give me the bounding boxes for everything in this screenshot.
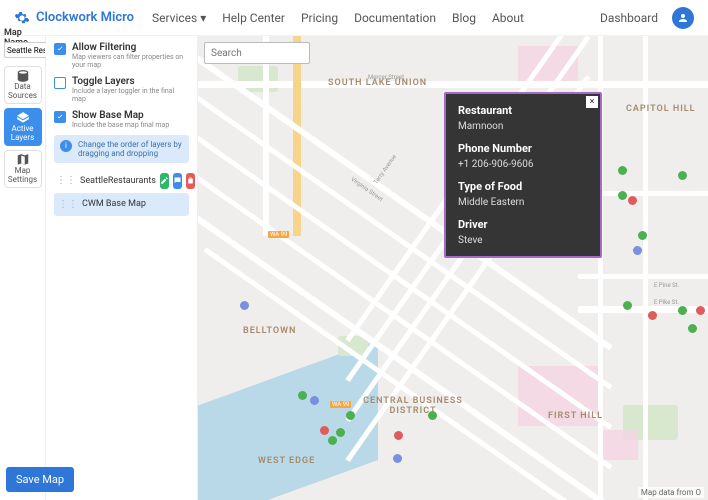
popup-value: Mamnoon bbox=[458, 121, 588, 132]
map-marker[interactable] bbox=[648, 311, 657, 320]
edit-layer-button[interactable] bbox=[160, 173, 169, 189]
map-marker[interactable] bbox=[328, 436, 337, 445]
nav-help[interactable]: Help Center bbox=[222, 11, 285, 25]
opt-basemap[interactable]: Show Base MapInclude the base map final … bbox=[54, 110, 189, 129]
map-marker[interactable] bbox=[696, 306, 705, 315]
reorder-hint: i Change the order of layers by dragging… bbox=[54, 135, 189, 163]
hood-we: WEST EDGE bbox=[258, 456, 315, 466]
map-marker[interactable] bbox=[633, 246, 642, 255]
gear-icon bbox=[14, 10, 30, 26]
hood-cap: CAPITOL HILL bbox=[626, 104, 696, 114]
hood-slu: SOUTH LAKE UNION bbox=[328, 78, 427, 88]
map-marker[interactable] bbox=[428, 411, 437, 420]
logo[interactable]: Clockwork Micro bbox=[14, 10, 134, 26]
checkbox-toggle[interactable] bbox=[54, 77, 66, 89]
map-marker[interactable] bbox=[623, 301, 632, 310]
layer-chat-button[interactable] bbox=[173, 173, 182, 189]
rail-data-sources[interactable]: Data Sources bbox=[4, 66, 42, 104]
map-marker[interactable] bbox=[638, 231, 647, 240]
delete-layer-button[interactable] bbox=[186, 173, 195, 189]
checkbox-basemap[interactable] bbox=[54, 111, 66, 123]
drag-handle-icon[interactable]: ⋮⋮ bbox=[58, 199, 78, 210]
brand-name: Clockwork Micro bbox=[36, 10, 134, 25]
map-marker[interactable] bbox=[336, 428, 345, 437]
nav-dashboard[interactable]: Dashboard bbox=[600, 11, 658, 25]
top-nav: Clockwork Micro Services ▾ Help Center P… bbox=[0, 0, 708, 36]
opt-filter[interactable]: Allow FilteringMap viewers can filter pr… bbox=[54, 42, 189, 70]
rail-active-layers[interactable]: Active Layers bbox=[4, 108, 42, 146]
layers-icon bbox=[16, 111, 30, 125]
map-name-input[interactable] bbox=[4, 42, 48, 58]
hood-cbd: CENTRAL BUSINESS DISTRICT bbox=[358, 396, 468, 416]
layer-row-basemap[interactable]: ⋮⋮ CWM Base Map bbox=[54, 193, 189, 216]
checkbox-filter[interactable] bbox=[54, 43, 66, 55]
drag-handle-icon[interactable]: ⋮⋮ bbox=[56, 175, 76, 186]
popup-label: Type of Food bbox=[458, 180, 588, 193]
popup-label: Phone Number bbox=[458, 142, 588, 155]
map-marker[interactable] bbox=[240, 301, 249, 310]
nav-about[interactable]: About bbox=[492, 11, 524, 25]
hw-badge: WA 99 bbox=[268, 231, 289, 238]
left-rail: Map Name Data Sources Active Layers Map … bbox=[0, 36, 46, 500]
opt-toggle[interactable]: Toggle LayersInclude a layer toggler in … bbox=[54, 76, 189, 104]
user-icon bbox=[677, 12, 689, 24]
map-icon bbox=[16, 153, 30, 167]
nav-docs[interactable]: Documentation bbox=[354, 11, 436, 25]
info-popup: × Restaurant Mamnoon Phone Number +1 206… bbox=[444, 92, 602, 258]
options-panel: Allow FilteringMap viewers can filter pr… bbox=[46, 36, 198, 500]
map-marker[interactable] bbox=[298, 391, 307, 400]
popup-label: Restaurant bbox=[458, 104, 588, 117]
map-attribution: Map data from O bbox=[638, 487, 704, 498]
nav-pricing[interactable]: Pricing bbox=[301, 11, 338, 25]
avatar[interactable] bbox=[672, 7, 694, 29]
map-search-input[interactable] bbox=[204, 42, 310, 64]
layer-row-restaurants[interactable]: ⋮⋮ SeattleRestaurants bbox=[54, 169, 189, 193]
save-map-button[interactable]: Save Map bbox=[6, 467, 74, 492]
hw-badge: WA 99 bbox=[330, 401, 351, 408]
map-marker[interactable] bbox=[310, 396, 319, 405]
map-marker[interactable] bbox=[618, 191, 627, 200]
map-marker[interactable] bbox=[688, 324, 697, 333]
map-marker[interactable] bbox=[346, 411, 355, 420]
nav-blog[interactable]: Blog bbox=[452, 11, 476, 25]
map-marker[interactable] bbox=[628, 196, 637, 205]
nav-links: Services ▾ Help Center Pricing Documenta… bbox=[152, 11, 524, 25]
popup-value: Steve bbox=[458, 235, 588, 246]
map-marker[interactable] bbox=[678, 306, 687, 315]
map-marker[interactable] bbox=[394, 431, 403, 440]
popup-value: +1 206-906-9606 bbox=[458, 159, 588, 170]
close-icon[interactable]: × bbox=[586, 96, 598, 108]
map-marker[interactable] bbox=[678, 171, 687, 180]
popup-value: Middle Eastern bbox=[458, 197, 588, 208]
map-marker[interactable] bbox=[320, 426, 329, 435]
hood-first: FIRST HILL bbox=[548, 411, 603, 421]
map-marker[interactable] bbox=[393, 454, 402, 463]
info-icon: i bbox=[60, 140, 72, 152]
map-canvas[interactable]: WA 99 WA 99 Mercer Street E Pike St. E P… bbox=[198, 36, 708, 500]
map-marker[interactable] bbox=[618, 166, 627, 175]
nav-services[interactable]: Services ▾ bbox=[152, 11, 206, 25]
hood-bell: BELLTOWN bbox=[243, 326, 296, 336]
database-icon bbox=[16, 69, 30, 83]
popup-label: Driver bbox=[458, 218, 588, 231]
rail-map-settings[interactable]: Map Settings bbox=[4, 150, 42, 188]
